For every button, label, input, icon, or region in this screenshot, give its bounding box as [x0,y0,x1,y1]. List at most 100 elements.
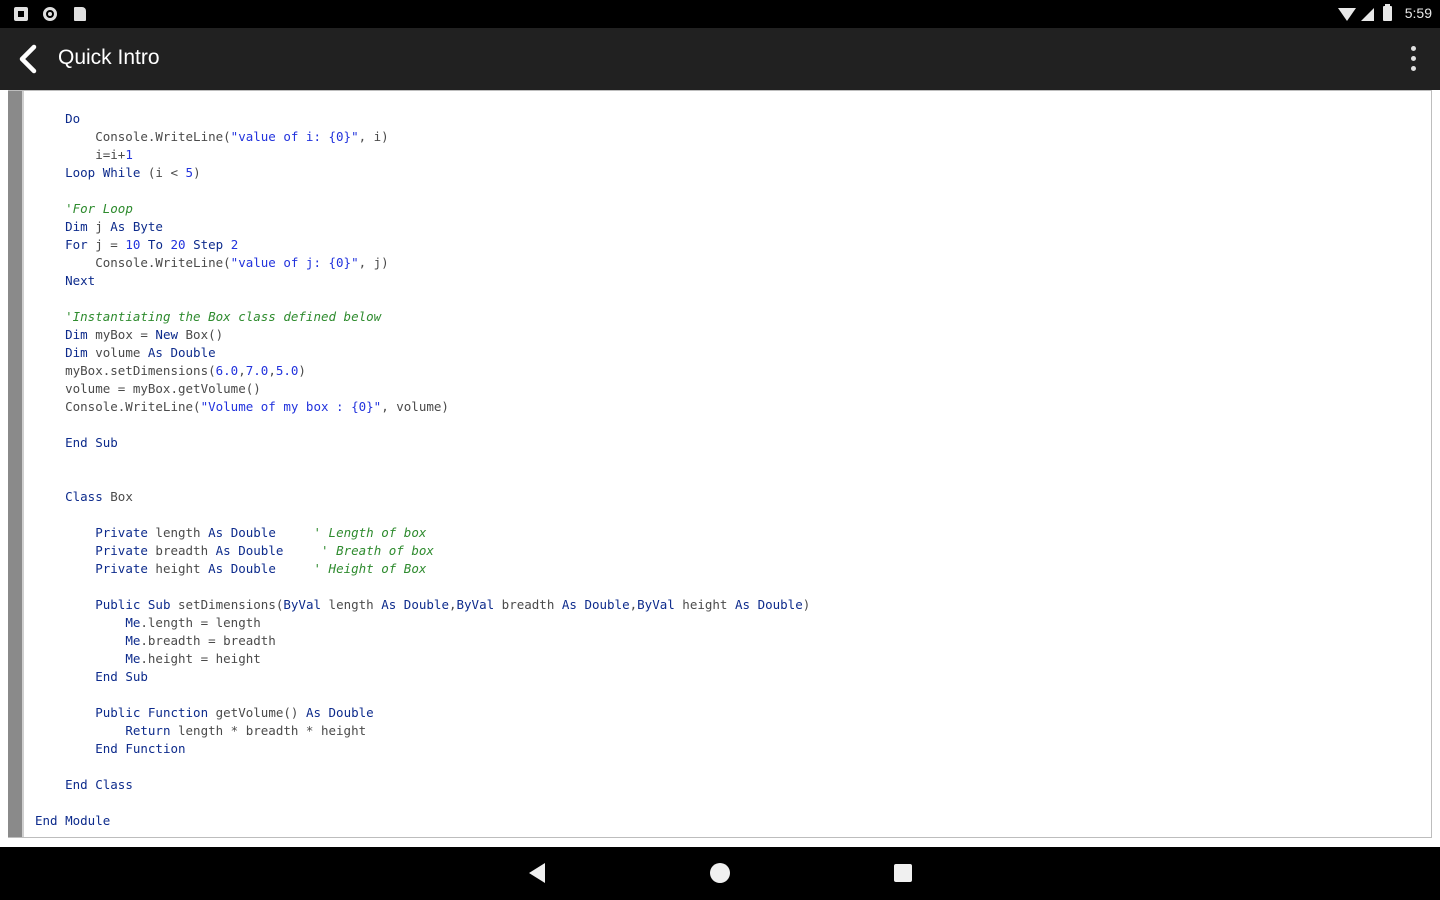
code-line: Public Sub setDimensions(ByVal length As… [35,596,810,614]
more-vert-icon [1411,46,1416,51]
code-line: Console.WriteLine("value of i: {0}", i) [35,128,389,146]
code-token: volume [87,345,148,360]
code-token: 7.0 [245,363,269,378]
code-token: End Sub [95,669,148,684]
code-line: Dim j As Byte [35,218,163,236]
code-token: ByVal [456,597,495,612]
code-token: As Double [305,705,374,720]
notification-icon [14,7,28,21]
code-line: 'For Loop [35,200,133,218]
code-line: Me.length = length [35,614,261,632]
arrow-back-icon [19,44,37,74]
code-token: Do [65,111,81,126]
code-line: Dim volume As Double [35,344,216,362]
code-token: Box [102,489,133,504]
code-token: breadth [147,543,216,558]
code-block: Do Console.WriteLine("value of i: {0}", … [35,91,1421,837]
code-token: As Double [147,345,216,360]
code-token: Me [125,633,141,648]
code-token: getVolume() [208,705,306,720]
code-token: Box() [178,327,224,342]
code-token: Step [193,237,224,252]
code-token: , i) [358,129,389,144]
code-token: Next [65,273,96,288]
code-line: Do [35,110,80,128]
code-token: Dim [65,219,88,234]
code-line: i=i+1 [35,146,133,164]
code-token: .length = length [140,615,261,630]
code-line: Private breadth As Double ' Breath of bo… [35,542,434,560]
code-line: Private length As Double ' Length of box [35,524,426,542]
code-token: , [448,597,457,612]
nav-home-button[interactable] [710,863,730,883]
code-token: To [147,237,163,252]
code-line: Loop While (i < 5) [35,164,201,182]
code-gutter [8,91,24,837]
wifi-icon [1338,8,1356,21]
back-button[interactable] [12,42,46,76]
code-token: As Double [735,597,803,612]
code-token: Private [95,525,148,540]
code-token: 6.0 [215,363,239,378]
code-token: As Double [208,561,276,576]
code-line: End Sub [35,668,148,686]
nav-recents-button[interactable] [894,864,912,882]
code-token: As Double [215,543,284,558]
code-token: setDimensions( [170,597,284,612]
code-token: myBox = [87,327,156,342]
code-token: (i < [140,165,186,180]
code-token: End Module [35,813,111,828]
navigation-bar [0,847,1440,900]
status-time: 5:59 [1404,5,1432,21]
code-token: breadth [494,597,562,612]
code-token: .height = height [140,651,261,666]
code-line: End Sub [35,434,118,452]
code-token: As Double [381,597,449,612]
battery-icon [1383,4,1392,21]
code-token: Dim [65,345,88,360]
code-token: Console.WriteLine( [35,129,231,144]
code-token: 5.0 [275,363,299,378]
code-token: Public Sub [95,597,171,612]
code-line: For j = 10 To 20 Step 2 [35,236,238,254]
code-token: , [268,363,276,378]
code-token: End Class [65,777,133,792]
code-token: End Sub [65,435,118,450]
code-viewer[interactable]: Do Console.WriteLine("value of i: {0}", … [8,90,1432,838]
more-vert-dot [1411,66,1416,71]
code-token: For [65,237,88,252]
code-token: As Double [561,597,630,612]
nav-back-button[interactable] [529,863,545,883]
more-vert-dot [1411,56,1416,61]
status-bar: 5:59 [0,0,1440,28]
code-token: Private [95,561,148,576]
code-line: End Function [35,740,185,758]
code-token: Loop While [65,165,141,180]
code-token: As Byte [110,219,163,234]
code-token: ByVal [283,597,322,612]
more-options-button[interactable] [1408,44,1418,74]
code-token: ) [193,165,201,180]
code-line: Console.WriteLine("value of j: {0}", j) [35,254,389,272]
